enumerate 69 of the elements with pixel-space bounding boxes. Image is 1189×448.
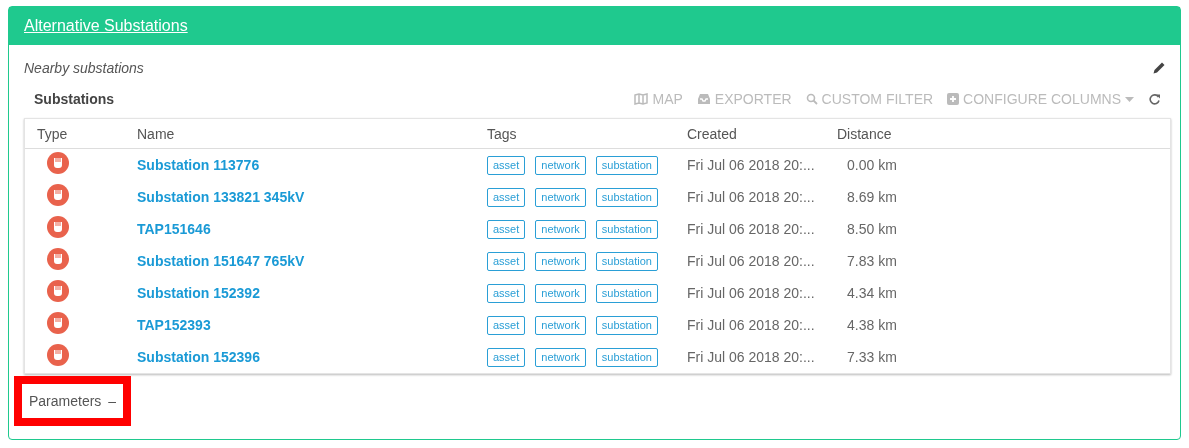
tag: network <box>535 348 586 367</box>
substation-icon <box>47 280 69 302</box>
tag: asset <box>487 284 526 303</box>
column-header[interactable]: Tags <box>475 125 675 142</box>
tag: substation <box>595 284 658 303</box>
tag: asset <box>487 156 526 175</box>
distance: 4.34 km <box>847 285 897 301</box>
tag: substation <box>595 188 658 207</box>
inbox-icon <box>696 93 711 105</box>
tag: asset <box>487 348 526 367</box>
table-title: Substations <box>34 91 116 107</box>
substation-link[interactable]: Substation 113776 <box>137 157 260 173</box>
substation-icon <box>47 248 69 270</box>
substation-icon <box>47 184 69 206</box>
substation-link[interactable]: TAP152393 <box>137 317 211 333</box>
created-date: Fri Jul 06 2018 20:... <box>687 221 815 237</box>
subtitle: Nearby substations <box>24 60 144 76</box>
substation-link[interactable]: Substation 152396 <box>137 349 260 365</box>
created-date: Fri Jul 06 2018 20:... <box>687 285 815 301</box>
toolbar-button[interactable]: MAP <box>634 91 683 107</box>
distance: 0.00 km <box>847 157 897 173</box>
tag: network <box>535 188 586 207</box>
substation-icon <box>47 152 69 174</box>
search-icon <box>805 93 818 105</box>
tag: substation <box>595 220 658 239</box>
pencil-icon[interactable] <box>1153 62 1165 74</box>
tag: network <box>535 316 586 335</box>
substation-link[interactable]: Substation 151647 765kV <box>137 253 305 269</box>
created-date: Fri Jul 06 2018 20:... <box>687 189 815 205</box>
tag: asset <box>487 220 526 239</box>
column-header[interactable]: Distance <box>825 125 1170 142</box>
substation-icon <box>47 344 69 366</box>
tag: substation <box>595 316 658 335</box>
plus-square-icon <box>947 93 960 105</box>
distance: 8.50 km <box>847 221 897 237</box>
substation-icon <box>47 216 69 238</box>
tag: network <box>535 284 586 303</box>
column-header[interactable]: Type <box>25 125 125 142</box>
map-icon <box>634 93 649 105</box>
toolbar-button[interactable]: CONFIGURE COLUMNS <box>947 91 1134 107</box>
tag: network <box>535 220 586 239</box>
substation-link[interactable]: Substation 152392 <box>137 285 260 301</box>
tag: network <box>535 252 586 271</box>
column-header[interactable]: Name <box>125 125 475 142</box>
tag: network <box>535 156 586 175</box>
distance: 8.69 km <box>847 189 897 205</box>
substation-icon <box>47 312 69 334</box>
column-header[interactable]: Created <box>675 125 825 142</box>
tag: asset <box>487 188 526 207</box>
created-date: Fri Jul 06 2018 20:... <box>687 317 815 333</box>
substation-link[interactable]: Substation 133821 345kV <box>137 189 305 205</box>
tag: asset <box>487 252 526 271</box>
toolbar-button[interactable]: EXPORTER <box>696 91 792 107</box>
tag: substation <box>595 252 658 271</box>
created-date: Fri Jul 06 2018 20:... <box>687 253 815 269</box>
substation-link[interactable]: TAP151646 <box>137 221 211 237</box>
toolbar-button[interactable]: CUSTOM FILTER <box>805 91 934 107</box>
distance: 7.83 km <box>847 253 897 269</box>
caret-icon <box>1125 96 1134 102</box>
tag: asset <box>487 316 526 335</box>
tag: substation <box>595 156 658 175</box>
distance: 7.33 km <box>847 349 897 365</box>
panel-title[interactable]: Alternative Substations <box>24 17 188 35</box>
distance: 4.38 km <box>847 317 897 333</box>
created-date: Fri Jul 06 2018 20:... <box>687 349 815 365</box>
tag: substation <box>595 348 658 367</box>
refresh-button[interactable] <box>1148 92 1161 106</box>
refresh-icon <box>1148 92 1161 106</box>
created-date: Fri Jul 06 2018 20:... <box>687 157 815 173</box>
